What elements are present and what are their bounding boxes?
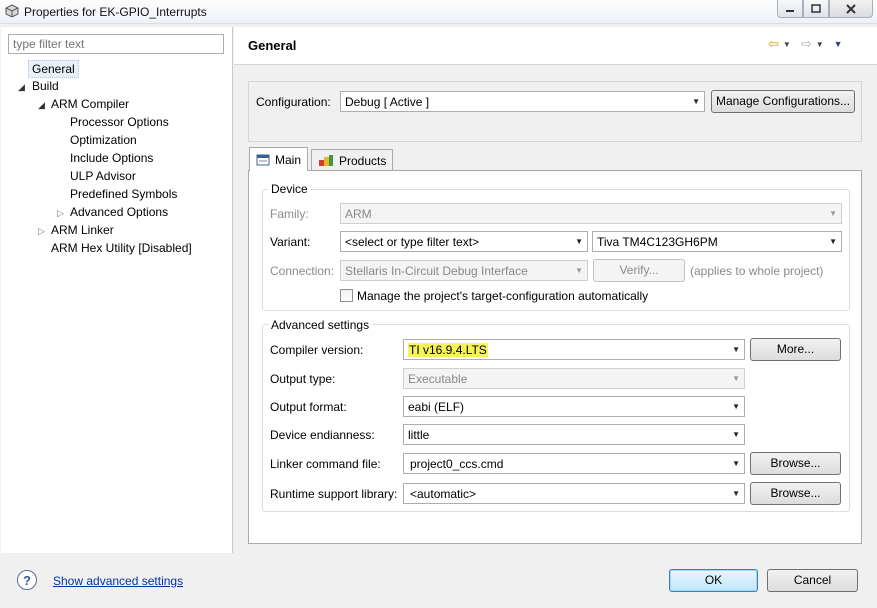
chevron-down-icon: ▼ — [732, 430, 740, 439]
tree-item-ulp-advisor[interactable]: ULP Advisor — [70, 168, 136, 184]
tab-products-label: Products — [339, 153, 387, 168]
forward-arrow-icon[interactable]: ⇨ — [801, 36, 812, 52]
output-format-select[interactable]: eabi (ELF) ▼ — [403, 396, 745, 417]
linker-command-file-combo[interactable]: project0_ccs.cmd ▼ — [403, 453, 745, 474]
variant-filter-value: <select or type filter text> — [345, 235, 480, 249]
expand-advanced-options-icon[interactable]: ▷ — [57, 208, 64, 219]
chevron-down-icon: ▼ — [732, 489, 740, 498]
back-history-dropdown-icon[interactable]: ▼ — [783, 40, 791, 49]
tree-item-processor-options[interactable]: Processor Options — [70, 114, 169, 130]
minimize-button[interactable] — [777, 0, 803, 18]
output-format-label: Output format: — [270, 400, 347, 414]
tree-item-arm-hex-utility[interactable]: ARM Hex Utility [Disabled] — [51, 240, 192, 256]
chevron-down-icon: ▼ — [829, 237, 837, 246]
chevron-down-icon: ▼ — [732, 459, 740, 468]
tree-item-include-options[interactable]: Include Options — [70, 150, 153, 166]
expand-build-icon[interactable]: ◢ — [18, 82, 25, 93]
tab-main-label: Main — [275, 152, 302, 167]
output-type-label: Output type: — [270, 372, 336, 386]
tab-main[interactable]: Main — [249, 147, 309, 171]
tree-item-predefined-symbols[interactable]: Predefined Symbols — [70, 186, 177, 202]
chevron-down-icon: ▼ — [692, 97, 700, 106]
filter-input[interactable] — [8, 34, 224, 54]
connection-label: Connection: — [270, 264, 335, 278]
view-menu-icon[interactable]: ▼ — [834, 39, 843, 49]
chevron-down-icon: ▼ — [829, 209, 837, 218]
maximize-button[interactable] — [803, 0, 829, 18]
manage-target-config-label: Manage the project's target-configuratio… — [357, 289, 649, 303]
variant-label: Variant: — [270, 235, 311, 249]
runtime-support-library-value: <automatic> — [410, 487, 477, 501]
verify-button[interactable]: Verify... — [593, 259, 685, 282]
family-select[interactable]: ARM ▼ — [340, 203, 842, 224]
back-arrow-icon[interactable]: ⇦ — [768, 36, 779, 52]
runtime-support-library-combo[interactable]: <automatic> ▼ — [403, 483, 745, 504]
close-button[interactable] — [829, 0, 873, 18]
linker-command-file-value: project0_ccs.cmd — [410, 457, 504, 471]
configuration-label: Configuration: — [256, 95, 331, 109]
compiler-version-select[interactable]: TI v16.9.4.LTS ▼ — [403, 339, 745, 360]
output-format-value: eabi (ELF) — [408, 400, 465, 414]
maximize-icon — [811, 4, 821, 13]
manage-target-config-checkbox[interactable] — [340, 289, 353, 302]
tree-item-general[interactable]: General — [28, 60, 79, 78]
minimize-icon — [786, 9, 794, 12]
main-tab-icon — [256, 154, 270, 165]
show-advanced-settings-link[interactable]: Show advanced settings — [53, 574, 183, 588]
output-type-value: Executable — [408, 372, 468, 386]
help-icon[interactable]: ? — [17, 570, 37, 590]
output-type-select[interactable]: Executable ▼ — [403, 368, 745, 389]
chevron-down-icon: ▼ — [575, 266, 583, 275]
tree-item-build[interactable]: Build — [32, 78, 59, 94]
expand-arm-compiler-icon[interactable]: ◢ — [38, 100, 45, 111]
cancel-button[interactable]: Cancel — [767, 569, 858, 592]
chevron-down-icon: ▼ — [732, 345, 740, 354]
family-value: ARM — [345, 207, 372, 221]
close-icon — [846, 3, 856, 14]
family-label: Family: — [270, 207, 309, 221]
tab-products[interactable]: Products — [311, 149, 394, 171]
connection-select[interactable]: Stellaris In-Circuit Debug Interface ▼ — [340, 260, 588, 281]
tree-item-advanced-options[interactable]: Advanced Options — [70, 204, 168, 220]
variant-select[interactable]: Tiva TM4C123GH6PM ▼ — [592, 231, 842, 252]
device-endianness-select[interactable]: little ▼ — [403, 424, 745, 445]
compiler-version-value: TI v16.9.4.LTS — [408, 343, 488, 357]
device-group-title: Device — [268, 182, 311, 196]
products-tab-icon — [319, 155, 333, 166]
browse-linker-button[interactable]: Browse... — [750, 452, 841, 475]
more-button[interactable]: More... — [750, 338, 841, 361]
configuration-value: Debug [ Active ] — [345, 95, 430, 109]
page-title: General — [248, 38, 297, 53]
variant-filter-select[interactable]: <select or type filter text> ▼ — [340, 231, 588, 252]
tree-item-arm-compiler[interactable]: ARM Compiler — [51, 96, 129, 112]
linker-command-file-label: Linker command file: — [270, 457, 381, 471]
applies-note: (applies to whole project) — [690, 264, 824, 278]
advanced-settings-title: Advanced settings — [268, 318, 373, 332]
chevron-down-icon: ▼ — [732, 374, 740, 383]
app-icon — [5, 4, 19, 18]
configuration-select[interactable]: Debug [ Active ] ▼ — [340, 91, 705, 112]
device-endianness-label: Device endianness: — [270, 428, 375, 442]
ok-button[interactable]: OK — [669, 569, 758, 592]
connection-value: Stellaris In-Circuit Debug Interface — [345, 264, 528, 278]
forward-history-dropdown-icon[interactable]: ▼ — [816, 40, 824, 49]
runtime-support-library-label: Runtime support library: — [270, 487, 398, 501]
history-nav: ⇦ ▼ ⇨ ▼ ▼ — [768, 36, 849, 52]
chevron-down-icon: ▼ — [732, 402, 740, 411]
compiler-version-label: Compiler version: — [270, 343, 364, 357]
device-endianness-value: little — [408, 428, 430, 442]
browse-runtime-button[interactable]: Browse... — [750, 482, 841, 505]
expand-arm-linker-icon[interactable]: ▷ — [38, 226, 45, 237]
manage-configurations-button[interactable]: Manage Configurations... — [711, 90, 855, 113]
tree-item-arm-linker[interactable]: ARM Linker — [51, 222, 114, 238]
tree-item-optimization[interactable]: Optimization — [70, 132, 137, 148]
variant-value: Tiva TM4C123GH6PM — [597, 235, 718, 249]
window-title: Properties for EK-GPIO_Interrupts — [24, 5, 207, 19]
window-controls — [777, 0, 873, 18]
chevron-down-icon: ▼ — [575, 237, 583, 246]
